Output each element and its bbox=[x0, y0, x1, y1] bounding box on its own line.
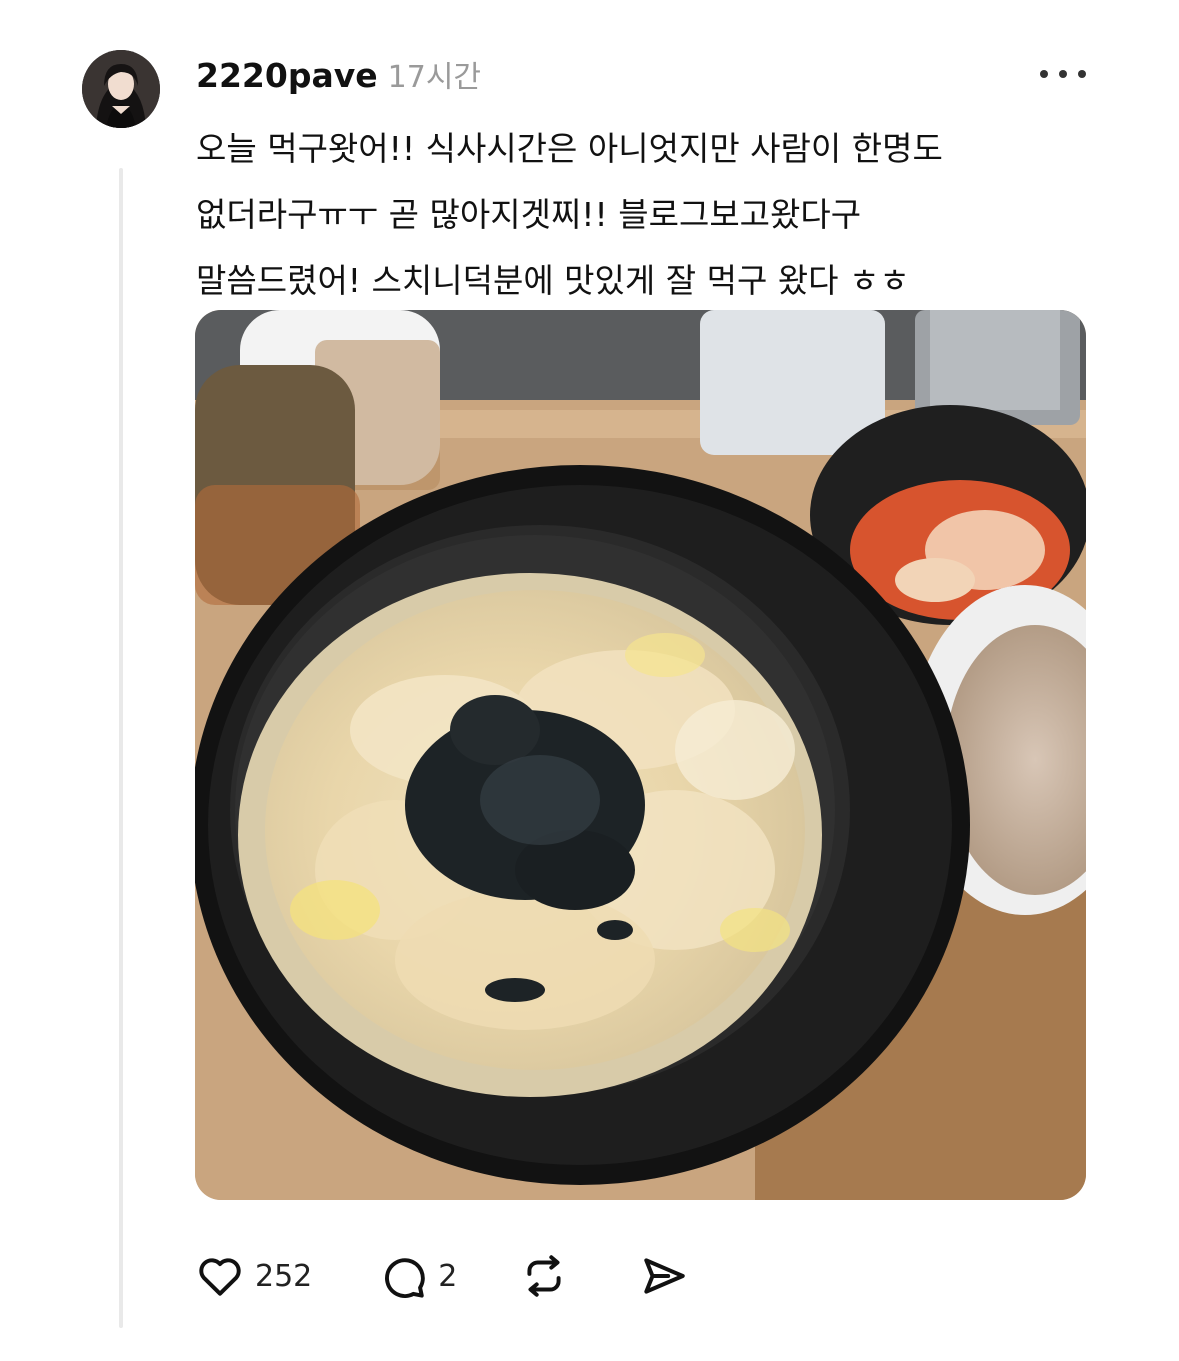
action-bar: 252 2 bbox=[195, 1248, 689, 1304]
post-photo[interactable] bbox=[195, 310, 1086, 1200]
reply-count: 2 bbox=[438, 1258, 458, 1294]
heart-icon bbox=[199, 1258, 241, 1296]
repost-icon bbox=[527, 1255, 561, 1297]
post-header: 2220pave 17시간 bbox=[196, 52, 481, 96]
username[interactable]: 2220pave bbox=[196, 56, 378, 95]
speech-bubble-icon bbox=[385, 1258, 426, 1298]
thread-line bbox=[119, 168, 123, 1328]
timestamp[interactable]: 17시간 bbox=[388, 52, 481, 96]
avatar[interactable] bbox=[82, 50, 160, 128]
post-text-line: 말씀드렸어! 스치니덕분에 맛있게 잘 먹구 왔다 ㅎㅎ bbox=[196, 261, 910, 300]
like-button[interactable]: 252 bbox=[195, 1251, 312, 1301]
post-text: 오늘 먹구왓어!! 식사시간은 아니엇지만 사람이 한명도 없더라구ㅠㅜ 곧 많… bbox=[196, 116, 1096, 314]
more-horizontal-icon[interactable] bbox=[1040, 64, 1086, 84]
reply-button[interactable]: 2 bbox=[378, 1251, 457, 1301]
repost-button[interactable] bbox=[519, 1251, 569, 1301]
like-count: 252 bbox=[255, 1258, 313, 1294]
post-text-line: 오늘 먹구왓어!! 식사시간은 아니엇지만 사람이 한명도 bbox=[196, 129, 943, 168]
share-button[interactable] bbox=[639, 1251, 689, 1301]
post-text-line: 없더라구ㅠㅜ 곧 많아지겟찌!! 블로그보고왔다구 bbox=[196, 195, 862, 234]
send-icon bbox=[644, 1258, 686, 1294]
